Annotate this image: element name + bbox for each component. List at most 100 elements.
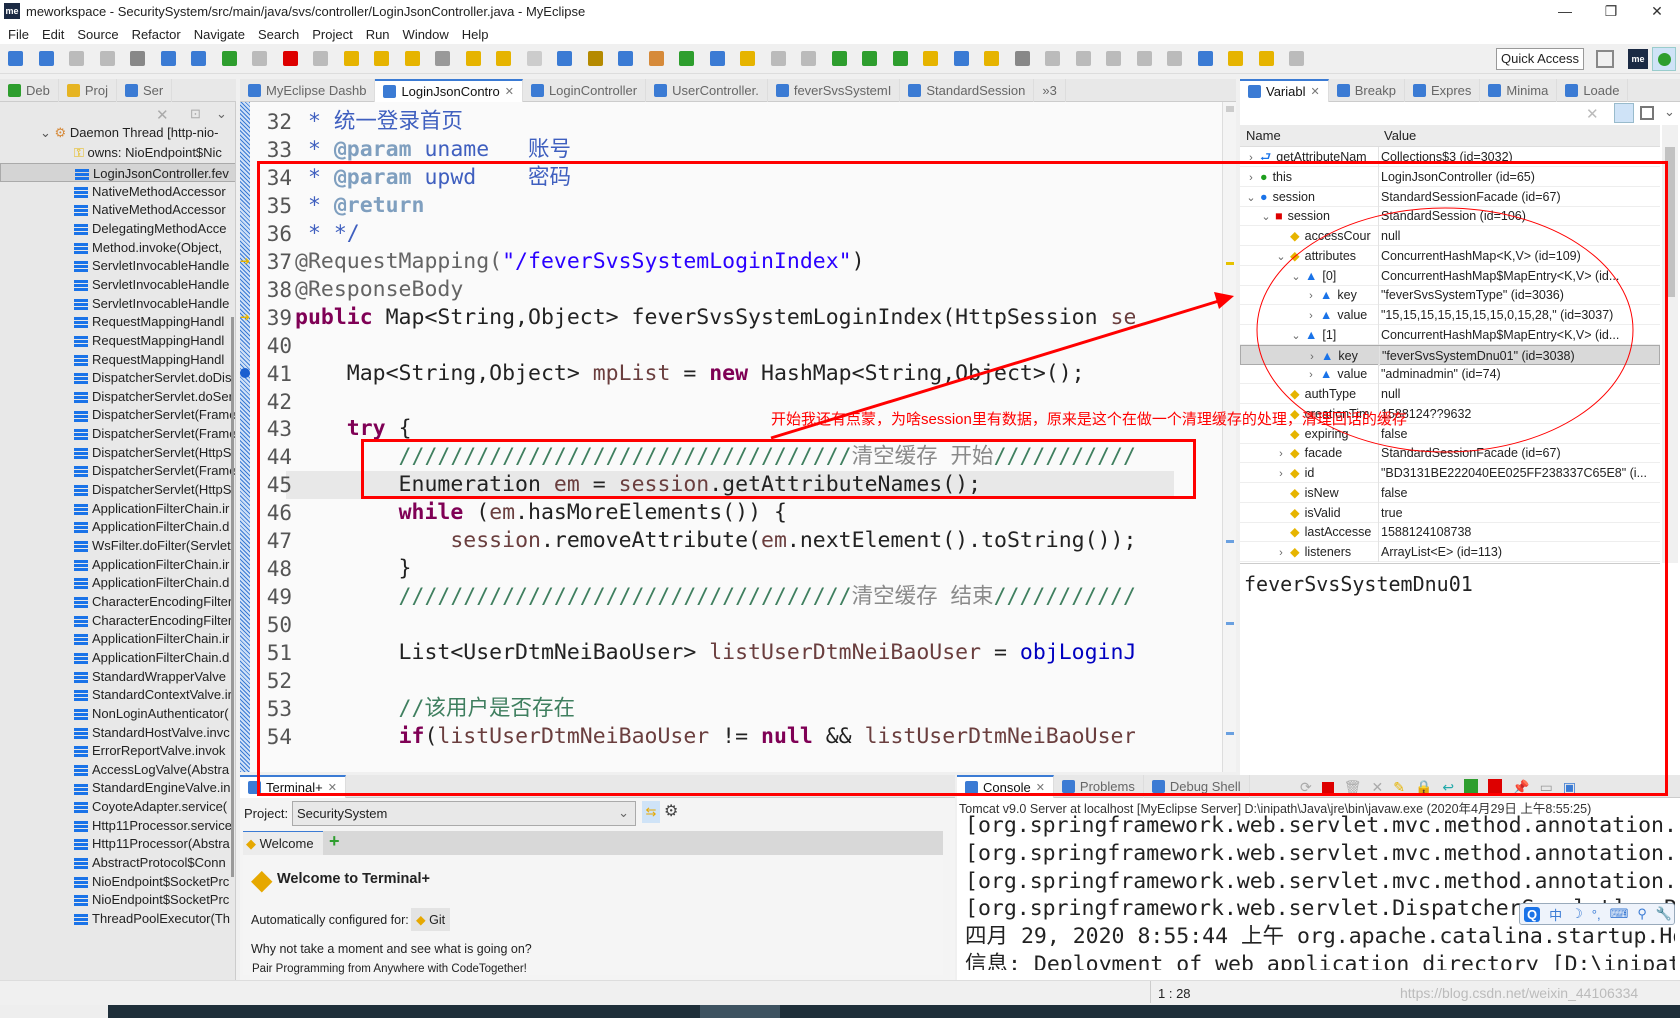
stack-frame[interactable]: StandardEngineValve.in [0, 778, 235, 797]
toolbar-icon[interactable] [1289, 51, 1304, 66]
ime-item[interactable]: ☽ [1571, 906, 1583, 922]
toolbar-icon[interactable] [343, 51, 359, 66]
thread-row[interactable]: ⌄ ⚙ Daemon Thread [http-nio- [0, 123, 235, 143]
stack-frame[interactable]: RequestMappingHandl [0, 331, 235, 350]
menu-navigate[interactable]: Navigate [194, 27, 245, 42]
scroll-lock-icon[interactable]: 🔒 [1415, 779, 1432, 796]
stack-frame[interactable]: DispatcherServlet(Frame [0, 405, 235, 424]
owns-row[interactable]: ⚿ owns: NioEndpoint$Nic [0, 143, 235, 163]
open-perspective-icon[interactable] [1596, 50, 1614, 68]
tab-standardsession[interactable]: StandardSession [900, 79, 1035, 102]
code-editor[interactable]: 32 * 统一登录首页 33 * @param uname 账号 34 * @par… [240, 102, 1236, 772]
toolbar-icon[interactable] [99, 51, 115, 66]
toolbar-icon[interactable] [1167, 51, 1182, 66]
toolbar-icon[interactable] [496, 51, 511, 66]
myeclipse-perspective-icon[interactable]: me [1628, 49, 1648, 69]
ime-item[interactable]: ⚲ [1637, 906, 1647, 922]
tab-loginjsoncontro[interactable]: LoginJsonContro ✕ [375, 79, 523, 102]
code-line[interactable]: ///////////////////////////////////清空缓存 … [295, 583, 1135, 611]
code-line[interactable]: if(listUserDtmNeiBaoUser != null && list… [295, 723, 1135, 751]
refresh-icon[interactable]: ⟳ [1300, 779, 1312, 796]
stack-frame[interactable]: Http11Processor(Abstra [0, 834, 235, 853]
variable-row[interactable]: › ▲ key "feverSvsSystemType" (id=3036) [1240, 285, 1660, 306]
menu-refactor[interactable]: Refactor [132, 27, 181, 42]
toolbar-icon[interactable] [1258, 51, 1274, 66]
toolbar-icon[interactable] [740, 51, 755, 66]
tab-overflow[interactable]: »3 [1034, 79, 1066, 102]
expand-icon[interactable]: › [1244, 148, 1258, 167]
code-line[interactable]: } [295, 555, 1135, 583]
tab-problems[interactable]: Problems [1054, 775, 1144, 798]
stack-frame[interactable]: ServletInvocableHandle [0, 256, 235, 275]
menu-search[interactable]: Search [258, 27, 299, 42]
variable-row[interactable]: › ⮐ getAttributeNam Collections$3 (id=3032) [1240, 147, 1660, 167]
toolbar-icon[interactable] [831, 51, 847, 66]
close-icon[interactable]: ✕ [1036, 781, 1045, 794]
variable-row[interactable]: ⌄ ● session StandardSessionFacade (id=67) [1240, 186, 1660, 207]
stack-frame[interactable]: WsFilter.doFilter(Servlet [0, 536, 235, 555]
menu-project[interactable]: Project [312, 27, 352, 42]
remove-launch-icon[interactable]: 🗑 [1344, 779, 1362, 796]
stack-frame[interactable]: DispatcherServlet(Frame [0, 461, 235, 480]
expand-icon[interactable]: › [1305, 347, 1319, 366]
variable-row[interactable]: ◆ isNew false [1240, 482, 1660, 503]
stack-frame[interactable]: ApplicationFilterChain.d [0, 573, 235, 592]
stack-frame[interactable]: LoginJsonController.fev [0, 163, 235, 182]
stack-frame[interactable]: NioEndpoint$SocketPrc [0, 890, 235, 909]
variable-row[interactable]: ⌄ ◆ attributes ConcurrentHashMap<K,V> (id=1… [1240, 245, 1660, 266]
close-button[interactable]: ✕ [1634, 0, 1680, 24]
stack-frame[interactable]: StandardContextValve.ir [0, 685, 235, 704]
stack-frame[interactable]: Method.invoke(Object, [0, 238, 235, 257]
tab-minima[interactable]: Minima [1480, 79, 1558, 102]
code-line[interactable]: * @param upwd 密码 [295, 164, 1135, 192]
stack-frame[interactable]: RequestMappingHandl [0, 350, 235, 369]
toolbar-icon[interactable] [374, 51, 389, 66]
stack-frame[interactable]: ServletInvocableHandle [0, 294, 235, 313]
variable-row[interactable]: › ● this LoginJsonController (id=65) [1240, 166, 1660, 187]
ime-item[interactable]: 中 [1549, 905, 1562, 924]
tab-logincontroller[interactable]: LoginController [523, 79, 647, 102]
stack-frame[interactable]: AbstractProtocol$Conn [0, 853, 235, 872]
stack-frame[interactable]: NioEndpoint$SocketPrc [0, 872, 235, 891]
stack-frame[interactable]: StandardWrapperValve [0, 667, 235, 686]
expand-icon[interactable]: › [1304, 365, 1318, 384]
stack-frame[interactable]: ApplicationFilterChain.d [0, 517, 235, 536]
expand-icon[interactable]: › [1274, 444, 1288, 463]
stack-frame[interactable]: CharacterEncodingFilter [0, 611, 235, 630]
remove-all-terminated-icon[interactable]: ✕ [1372, 779, 1384, 796]
toolbar-icon[interactable] [892, 51, 908, 66]
stack-frame[interactable]: ApplicationFilterChain.ir [0, 499, 235, 518]
toolbar-icon[interactable] [557, 51, 572, 66]
code-line[interactable]: List<UserDtmNeiBaoUser> listUserDtmNeiBa… [295, 639, 1135, 667]
toolbar-icon[interactable] [923, 51, 938, 66]
collapse-icon[interactable]: ⌄ [40, 125, 51, 140]
code-line[interactable]: Enumeration em = session.getAttributeNam… [295, 471, 1135, 499]
collapse-icon[interactable]: ⌄ [1244, 188, 1258, 207]
code-line[interactable]: * 统一登录首页 [295, 108, 1135, 136]
toolbar-icon[interactable] [1228, 51, 1243, 66]
toolbar-icon[interactable] [801, 51, 816, 66]
variables-scrollbar[interactable] [1662, 125, 1678, 563]
tab-myeclipse-dashb[interactable]: MyEclipse Dashb [240, 79, 376, 102]
view-menu-icon[interactable]: ⌄ [1664, 104, 1675, 120]
toolbar-icon[interactable] [1075, 51, 1091, 66]
code-line[interactable]: * */ [295, 220, 1135, 248]
close-icon[interactable]: ✕ [505, 85, 514, 98]
collapse-icon[interactable]: ⌄ [1289, 326, 1303, 345]
terminate-icon[interactable] [1321, 782, 1334, 794]
variable-row[interactable]: › ▲ key "feverSvsSystemDnu01" (id=3038) [1240, 344, 1660, 366]
collapse-icon[interactable]: ⌄ [1289, 267, 1303, 286]
stack-frame[interactable]: DispatcherServlet(Frame [0, 424, 235, 443]
variable-detail-pane[interactable]: feverSvsSystemDnu01 [1240, 563, 1660, 777]
code-line[interactable]: * @param uname 账号 [295, 136, 1135, 164]
quick-access-input[interactable]: Quick Access [1496, 48, 1584, 70]
ime-item[interactable]: °, [1592, 907, 1601, 922]
expand-icon[interactable]: › [1274, 464, 1288, 483]
stack-scrollbar[interactable] [231, 317, 234, 877]
remove-all-icon[interactable]: ✕ [1586, 105, 1599, 123]
close-icon[interactable]: ✕ [328, 781, 337, 794]
stack-frame[interactable]: DispatcherServlet.doDis [0, 368, 235, 387]
variable-row[interactable]: › ▲ value "15,15,15,15,15,15,15,0,15,28," (… [1240, 305, 1660, 325]
toolbar-icon[interactable] [1136, 51, 1152, 66]
variable-row[interactable]: › ◆ facade StandardSessionFacade (id=67) [1240, 443, 1660, 464]
